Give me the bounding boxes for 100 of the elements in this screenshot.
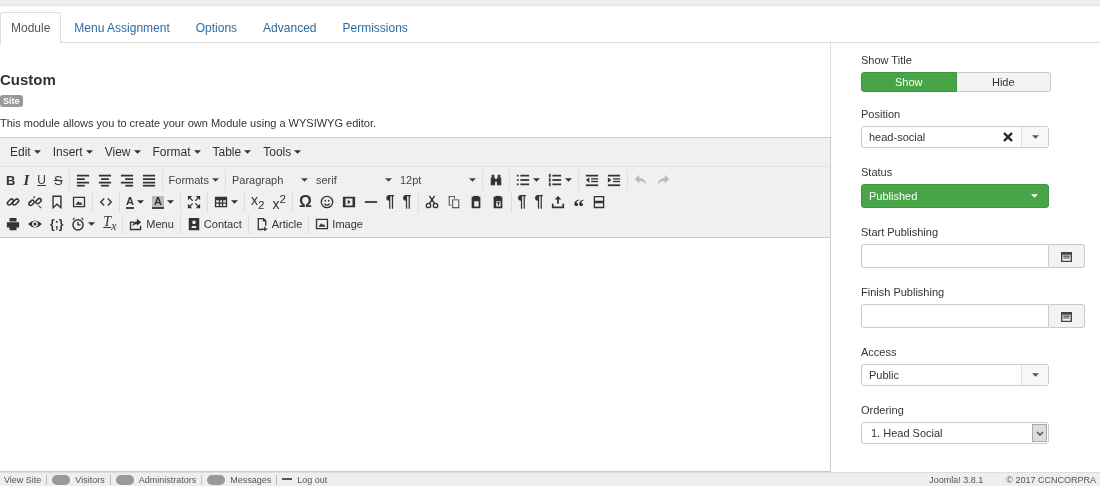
- date-input[interactable]: [861, 304, 1049, 328]
- field-label: Finish Publishing: [861, 286, 946, 298]
- status-link[interactable]: View Site: [4, 473, 42, 486]
- outdent-icon: [584, 173, 599, 187]
- table-icon: [213, 195, 228, 209]
- caret-icon: [193, 150, 201, 154]
- menu-item[interactable]: View: [98, 145, 147, 159]
- calendar-button[interactable]: [1049, 304, 1085, 328]
- link-icon: [6, 195, 20, 209]
- align-left-icon: [75, 173, 90, 187]
- menu-item[interactable]: Edit: [4, 145, 47, 159]
- menu-button[interactable]: Menu: [125, 214, 178, 234]
- caret-icon: [33, 150, 41, 154]
- justify-icon: [141, 173, 156, 187]
- field-label: Status: [861, 166, 894, 178]
- clear-icon: [1003, 132, 1013, 142]
- caret-icon: [1031, 373, 1039, 377]
- printer-icon: [6, 217, 20, 231]
- text-color-button[interactable]: A: [122, 192, 148, 212]
- article-button[interactable]: Article: [250, 214, 307, 234]
- select-button[interactable]: Paragraph: [227, 170, 312, 190]
- align-right-icon: [119, 173, 134, 187]
- chevron-down-icon: [1035, 430, 1044, 436]
- tab[interactable]: Menu Assignment: [61, 12, 183, 43]
- copy-icon: [446, 195, 461, 209]
- menu-item[interactable]: Format: [146, 145, 207, 159]
- bold-button[interactable]: B: [2, 170, 20, 190]
- page-break-icon: [592, 195, 607, 209]
- align-center-icon: [97, 173, 112, 187]
- share-arrow-icon: [129, 217, 144, 231]
- field-label: Show Title: [861, 54, 913, 66]
- tab[interactable]: Module: [0, 12, 62, 44]
- select-button[interactable]: serif: [311, 170, 396, 190]
- site-label: Site: [0, 95, 23, 107]
- calendar-icon: [1061, 250, 1072, 262]
- binoculars-icon: [488, 173, 503, 187]
- film-icon: [341, 195, 356, 209]
- caret-icon: [1031, 135, 1039, 139]
- bullet-list-icon: [515, 173, 530, 187]
- calendar-button[interactable]: [1049, 244, 1085, 268]
- toggle-option[interactable]: Hide: [956, 72, 1051, 92]
- tab[interactable]: Advanced: [250, 12, 330, 43]
- date-input[interactable]: [861, 244, 1049, 268]
- pilcrow-button[interactable]: ¶: [398, 192, 416, 212]
- image-icon: [72, 195, 86, 209]
- caret-icon: [384, 178, 392, 182]
- position-select[interactable]: head-social: [861, 126, 1049, 148]
- quote-button[interactable]: “: [569, 192, 589, 212]
- contact-card-icon: [186, 217, 201, 231]
- caret-icon: [244, 150, 252, 154]
- menu-item[interactable]: Tools: [257, 145, 308, 159]
- pilcrow-button[interactable]: ¶: [381, 192, 399, 212]
- status-link[interactable]: Messages: [230, 473, 272, 486]
- code-sample-button[interactable]: {;}: [46, 214, 68, 234]
- pilcrow-button[interactable]: ¶: [530, 192, 548, 212]
- status-link[interactable]: Administrators: [138, 473, 197, 486]
- scissors-icon: [424, 195, 439, 209]
- field-label: Ordering: [861, 404, 905, 416]
- caret-icon: [133, 150, 141, 154]
- image-icon: [315, 217, 330, 231]
- subscript-button[interactable]: x$_{2}$: [246, 192, 269, 212]
- numbered-list-icon: [547, 173, 562, 187]
- bookmark-icon: [50, 195, 64, 209]
- background-color-button[interactable]: A: [147, 192, 178, 212]
- count-badge: [115, 474, 134, 485]
- code-icon: [99, 195, 113, 209]
- omega-button[interactable]: Ω: [294, 192, 316, 212]
- alarm-clock-icon: [71, 217, 86, 231]
- status-link[interactable]: Log out: [297, 473, 328, 486]
- contact-button[interactable]: Contact: [182, 214, 246, 234]
- field-label: Access: [861, 346, 898, 358]
- indent-icon: [606, 173, 621, 187]
- caret-icon: [468, 178, 476, 182]
- strikethrough-button[interactable]: S: [49, 170, 67, 190]
- pilcrow-button[interactable]: ¶: [513, 192, 531, 212]
- access-select[interactable]: Public: [861, 364, 1049, 386]
- redo-icon: [655, 173, 670, 187]
- caret-icon: [294, 150, 302, 154]
- calendar-icon: [1061, 310, 1072, 322]
- module-description: This module allows you to create your own Module using a WYSIWYG editor.: [0, 117, 377, 129]
- select-button[interactable]: 12pt: [395, 170, 480, 190]
- menu-item[interactable]: Insert: [46, 145, 99, 159]
- count-badge: [52, 474, 71, 485]
- menu-item[interactable]: Table: [206, 145, 258, 159]
- ordering-select[interactable]: 1. Head Social: [861, 422, 1049, 444]
- module-title: Custom: [0, 71, 57, 88]
- smiley-icon: [319, 195, 334, 209]
- italic-button[interactable]: I: [19, 170, 34, 190]
- formats-button[interactable]: Formats: [164, 170, 223, 190]
- footer-text: Joomla! 3.8.1: [929, 473, 984, 486]
- tab[interactable]: Options: [182, 12, 251, 43]
- image-button[interactable]: Image: [311, 214, 367, 234]
- underline-button[interactable]: U: [33, 170, 50, 190]
- upload-tray-icon: [551, 195, 566, 209]
- superscript-button[interactable]: x$^{2}$: [268, 192, 290, 212]
- clear-format-button[interactable]: T$_{x}$: [99, 214, 121, 234]
- footer-text: © 2017 CCNCORPRA: [1006, 473, 1096, 486]
- broken-link-icon: [28, 195, 42, 209]
- status-link[interactable]: Visitors: [75, 473, 105, 486]
- tab[interactable]: Permissions: [329, 12, 421, 43]
